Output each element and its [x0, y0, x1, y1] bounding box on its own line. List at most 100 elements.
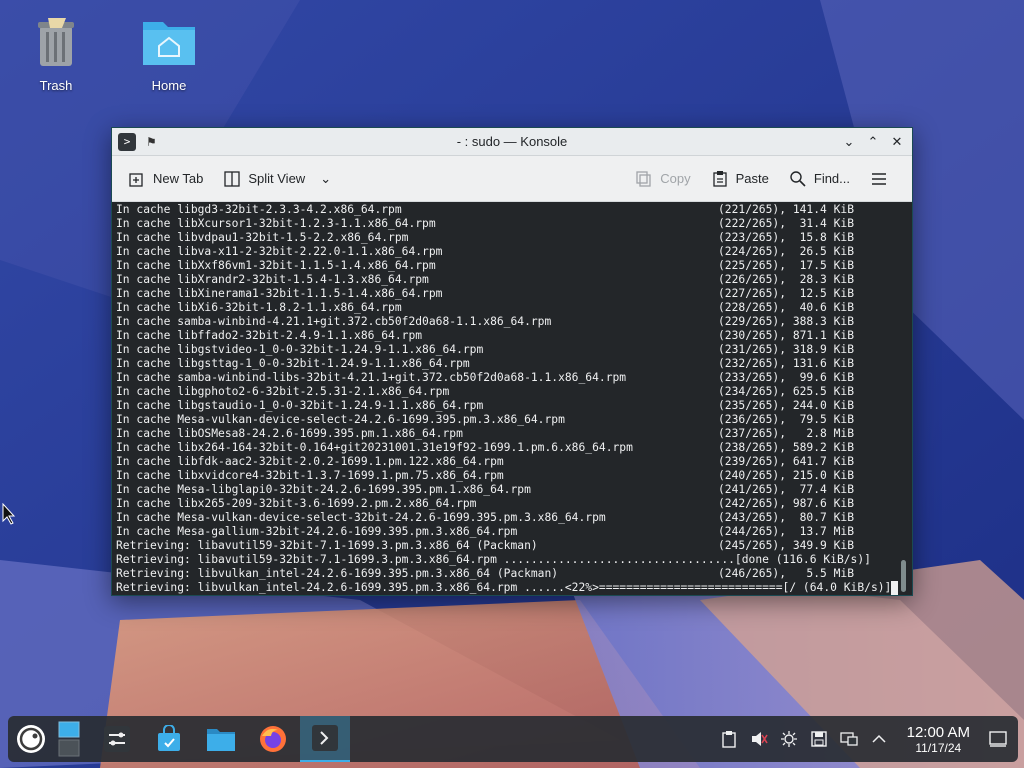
- discover-store-launcher[interactable]: [146, 716, 192, 762]
- terminal-line-progress: (235/265), 244.0 KiB: [718, 399, 855, 412]
- terminal-line-progress: (223/265), 15.8 KiB: [718, 231, 855, 244]
- terminal-line-progress: (231/265), 318.9 KiB: [718, 343, 855, 356]
- terminal-line: In cache Mesa-libglapi0-32bit-24.2.6-169…: [116, 483, 912, 497]
- terminal-line: In cache samba-winbind-libs-32bit-4.21.1…: [116, 371, 912, 385]
- find-button[interactable]: Find...: [783, 166, 856, 192]
- find-label: Find...: [813, 171, 850, 186]
- chevron-up-icon[interactable]: [869, 729, 889, 749]
- terminal-cursor: [891, 581, 899, 595]
- terminal-line-progress: (236/265), 79.5 KiB: [718, 413, 855, 426]
- network-icon[interactable]: [839, 729, 859, 749]
- terminal-line-text: In cache Mesa-gallium-32bit-24.2.6-1699.…: [116, 525, 518, 538]
- terminal-line-text: In cache libx265-209-32bit-3.6-1699.2.pm…: [116, 497, 477, 510]
- volume-muted-icon[interactable]: [749, 729, 769, 749]
- terminal-line-progress: (243/265), 80.7 KiB: [718, 511, 855, 524]
- terminal-line: In cache libXrandr2-32bit-1.5.4-1.3.x86_…: [116, 273, 912, 287]
- terminal-line: In cache Mesa-gallium-32bit-24.2.6-1699.…: [116, 525, 912, 539]
- terminal-line-text: In cache libfdk-aac2-32bit-2.0.2-1699.1.…: [116, 455, 504, 468]
- konsole-icon: [312, 725, 338, 751]
- terminal-line: In cache libXxf86vm1-32bit-1.1.5-1.4.x86…: [116, 259, 912, 273]
- virtual-desktop-pager[interactable]: [54, 716, 84, 762]
- close-button[interactable]: ✕: [888, 133, 906, 151]
- terminal-line: In cache libgphoto2-6-32bit-2.5.31-2.1.x…: [116, 385, 912, 399]
- terminal-line: In cache libXcursor1-32bit-1.2.3-1.1.x86…: [116, 217, 912, 231]
- new-tab-button[interactable]: New Tab: [122, 166, 209, 192]
- terminal-line-progress: (237/265), 2.8 MiB: [718, 427, 855, 440]
- clock-time: 12:00 AM: [906, 723, 970, 741]
- firefox-icon: [260, 726, 286, 752]
- konsole-app-icon[interactable]: >: [118, 132, 136, 151]
- terminal-scrollbar[interactable]: [901, 560, 906, 592]
- terminal-line-text: In cache libXrandr2-32bit-1.5.4-1.3.x86_…: [116, 273, 429, 286]
- terminal-line-progress: (227/265), 12.5 KiB: [718, 287, 855, 300]
- terminal-line-progress: (239/265), 641.7 KiB: [718, 455, 855, 468]
- trash-icon: [38, 18, 74, 66]
- terminal-line-progress: (228/265), 40.6 KiB: [718, 301, 855, 314]
- desktop-trash[interactable]: Trash: [16, 12, 96, 93]
- maximize-button[interactable]: ⌃: [864, 133, 882, 151]
- terminal-line-text: In cache libx264-164-32bit-0.164+git2023…: [116, 441, 633, 454]
- system-settings-launcher[interactable]: [94, 716, 140, 762]
- terminal-line: In cache libvdpau1-32bit-1.5-2.2.x86_64.…: [116, 231, 912, 245]
- split-view-button[interactable]: Split View ⌄: [217, 166, 337, 192]
- terminal-line-progress: (226/265), 28.3 KiB: [718, 273, 855, 286]
- chevron-down-icon[interactable]: ⌄: [320, 171, 331, 187]
- terminal-line: In cache Mesa-vulkan-device-select-24.2.…: [116, 413, 912, 427]
- terminal-line-text: In cache Mesa-libglapi0-32bit-24.2.6-169…: [116, 483, 531, 496]
- disk-save-icon[interactable]: [809, 729, 829, 749]
- shopping-bag-icon: [158, 725, 180, 751]
- pager-icon: [58, 721, 80, 757]
- terminal-line: Retrieving: libvulkan_intel-24.2.6-1699.…: [116, 581, 912, 595]
- pin-icon[interactable]: ⚑: [146, 135, 157, 149]
- terminal-line-text: In cache libffado2-32bit-2.4.9-1.1.x86_6…: [116, 329, 423, 342]
- terminal-line-progress: (242/265), 987.6 KiB: [718, 497, 855, 510]
- window-titlebar[interactable]: > ⚑ - : sudo — Konsole ⌄ ⌃ ✕: [112, 128, 912, 156]
- terminal-line: In cache Mesa-vulkan-device-select-32bit…: [116, 511, 912, 525]
- terminal-line-text: In cache libgstaudio-1_0-0-32bit-1.24.9-…: [116, 399, 484, 412]
- trash-label: Trash: [39, 78, 73, 93]
- dolphin-file-manager-launcher[interactable]: [198, 716, 244, 762]
- terminal-line-text: In cache libXxf86vm1-32bit-1.1.5-1.4.x86…: [116, 259, 436, 272]
- clock-date: 11/17/24: [915, 740, 962, 755]
- konsole-toolbar: New Tab Split View ⌄ Copy Paste Find...: [112, 156, 912, 202]
- minimize-button[interactable]: ⌄: [840, 133, 858, 151]
- brightness-icon[interactable]: [779, 729, 799, 749]
- clipboard-icon[interactable]: [719, 729, 739, 749]
- window-title: - : sudo — Konsole: [456, 134, 568, 149]
- terminal-line-text: In cache libva-x11-2-32bit-2.22.0-1.1.x8…: [116, 245, 443, 258]
- application-launcher[interactable]: [8, 716, 54, 762]
- terminal-line-text: In cache libOSMesa8-24.2.6-1699.395.pm.1…: [116, 427, 463, 440]
- terminal-line: In cache libgsttag-1_0-0-32bit-1.24.9-1.…: [116, 357, 912, 371]
- show-desktop-icon[interactable]: [988, 729, 1008, 749]
- terminal-line-text: In cache libXinerama1-32bit-1.1.5-1.4.x8…: [116, 287, 443, 300]
- copy-label: Copy: [660, 171, 691, 186]
- terminal-line: Retrieving: libavutil59-32bit-7.1-1699.3…: [116, 553, 912, 567]
- terminal-line-progress: (246/265), 5.5 MiB: [718, 567, 855, 580]
- terminal-line: In cache libgstvideo-1_0-0-32bit-1.24.9-…: [116, 343, 912, 357]
- terminal-line-progress: (232/265), 131.6 KiB: [718, 357, 855, 370]
- desktop-home[interactable]: Home: [129, 12, 209, 93]
- terminal-line-progress: (240/265), 215.0 KiB: [718, 469, 855, 482]
- opensuse-logo-icon: [17, 725, 45, 753]
- digital-clock[interactable]: 12:00 AM 11/17/24: [907, 724, 970, 755]
- copy-button[interactable]: Copy: [629, 166, 696, 192]
- home-label: Home: [151, 78, 187, 93]
- terminal-line-progress: (222/265), 31.4 KiB: [718, 217, 855, 230]
- new-tab-icon: [129, 172, 143, 187]
- hamburger-menu-icon: [872, 172, 886, 185]
- terminal-line: In cache libfdk-aac2-32bit-2.0.2-1699.1.…: [116, 455, 912, 469]
- terminal-line-progress: (241/265), 77.4 KiB: [718, 483, 855, 496]
- terminal-line-text: In cache samba-winbind-libs-32bit-4.21.1…: [116, 371, 627, 384]
- terminal-output[interactable]: In cache libgd3-32bit-2.3.3-4.2.x86_64.r…: [112, 202, 912, 595]
- terminal-line-text: In cache samba-winbind-4.21.1+git.372.cb…: [116, 315, 552, 328]
- terminal-line-text: In cache libXcursor1-32bit-1.2.3-1.1.x86…: [116, 217, 436, 230]
- hamburger-menu-button[interactable]: [864, 166, 894, 192]
- konsole-window[interactable]: > ⚑ - : sudo — Konsole ⌄ ⌃ ✕ New Tab Spl…: [111, 127, 913, 596]
- konsole-task[interactable]: [300, 716, 350, 762]
- terminal-line-text: Retrieving: libavutil59-32bit-7.1-1699.3…: [116, 539, 538, 552]
- folder-icon: [207, 729, 235, 751]
- terminal-line-text: Retrieving: libvulkan_intel-24.2.6-1699.…: [116, 581, 892, 594]
- paste-button[interactable]: Paste: [705, 166, 775, 192]
- new-tab-label: New Tab: [153, 171, 204, 186]
- firefox-launcher[interactable]: [250, 716, 296, 762]
